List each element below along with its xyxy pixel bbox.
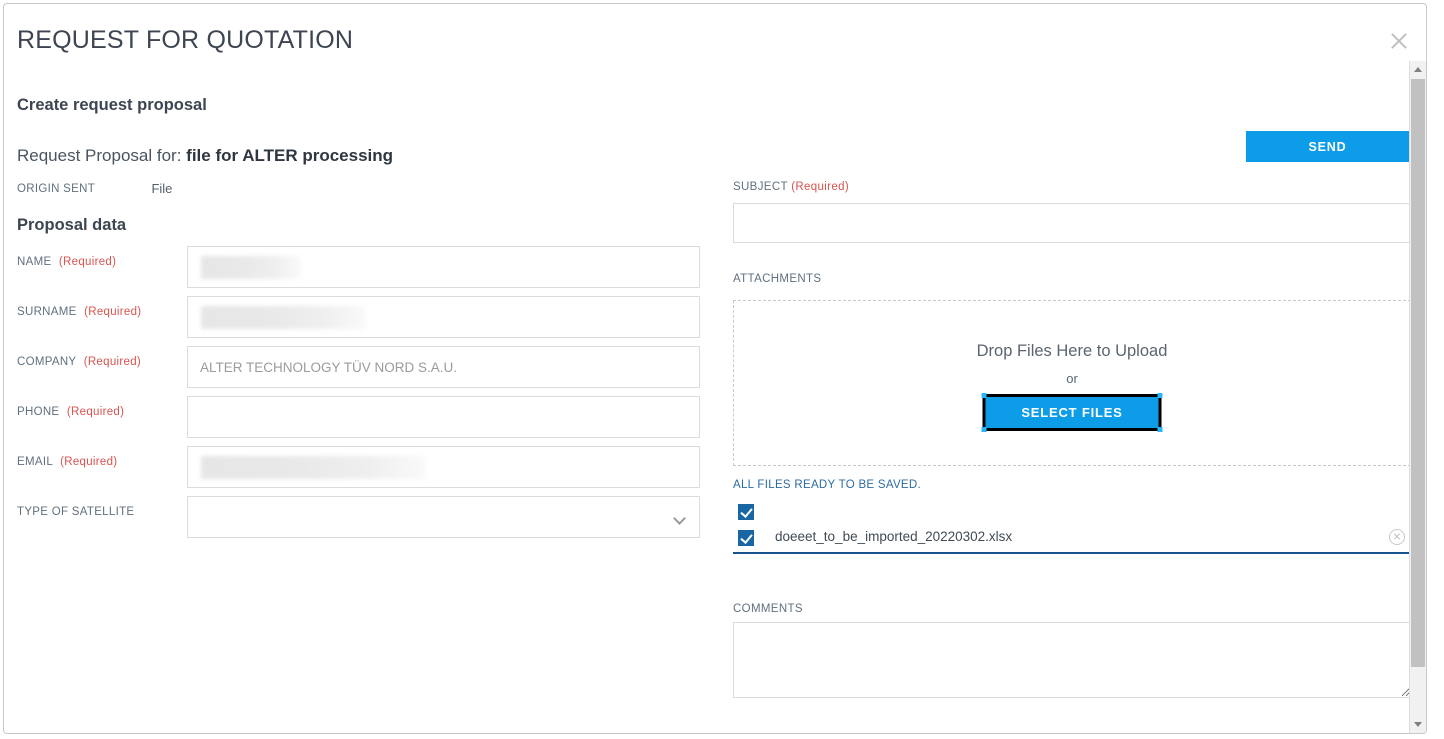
remove-file-icon[interactable]: [1389, 529, 1405, 545]
subject-required-tag: (Required): [791, 181, 850, 193]
required-tag: (Required): [58, 256, 117, 268]
required-tag: (Required): [60, 456, 118, 468]
file-checkbox[interactable]: [738, 504, 754, 520]
proposal-data-heading: Proposal data: [17, 216, 127, 234]
file-row: [733, 500, 1411, 526]
dropzone-or-text: or: [1066, 371, 1078, 386]
resize-handle-bottom-right: [1157, 427, 1163, 432]
origin-sent-label: ORIGIN SENT: [17, 182, 96, 195]
field-name: NAME (Required): [17, 246, 700, 290]
field-label: NAME (Required): [17, 256, 117, 268]
required-tag: (Required): [66, 406, 125, 418]
field-email: EMAIL (Required): [17, 446, 700, 490]
field-label: PHONE (Required): [17, 406, 125, 418]
resize-handle-bottom-left: [981, 427, 987, 432]
comments-label: COMMENTS: [733, 603, 803, 615]
phone-input[interactable]: [187, 396, 700, 438]
triangle-up-icon: [1414, 67, 1422, 72]
scroll-up-button[interactable]: [1410, 61, 1426, 78]
file-checkbox[interactable]: [738, 530, 754, 546]
origin-sent-row: ORIGIN SENT File: [17, 180, 172, 198]
field-label: EMAIL (Required): [17, 456, 118, 468]
field-label: SURNAME (Required): [17, 306, 142, 318]
resize-handle-top-right: [1157, 393, 1163, 398]
dialog-scroll-area: Create request proposal Request Proposal…: [4, 60, 1426, 733]
vertical-scrollbar[interactable]: [1409, 61, 1426, 733]
field-type-of-satellite: TYPE OF SATELLITE: [17, 496, 700, 540]
type-of-satellite-select[interactable]: [187, 496, 700, 538]
files-ready-status: ALL FILES READY TO BE SAVED.: [733, 479, 922, 491]
field-label: TYPE OF SATELLITE: [17, 506, 135, 518]
surname-input[interactable]: [187, 296, 700, 338]
dropzone-main-text: Drop Files Here to Upload: [976, 342, 1168, 360]
field-label: COMPANY (Required): [17, 356, 142, 368]
send-button[interactable]: SEND: [1246, 131, 1409, 162]
subject-label: SUBJECT (Required): [733, 181, 849, 193]
request-for-quotation-dialog: REQUEST FOR QUOTATION Create request pro…: [3, 3, 1427, 734]
request-proposal-name: file for ALTER processing: [186, 146, 394, 165]
resize-handle-top-left: [981, 393, 987, 398]
required-tag: (Required): [83, 356, 142, 368]
attached-files-list: doeeet_to_be_imported_20220302.xlsx: [733, 500, 1411, 554]
screen-root: REQUEST FOR QUOTATION Create request pro…: [0, 0, 1444, 739]
scroll-down-button[interactable]: [1410, 716, 1426, 733]
company-input[interactable]: [187, 346, 700, 388]
select-files-wrapper: SELECT FILES: [981, 393, 1163, 432]
subject-label-text: SUBJECT: [733, 181, 788, 193]
origin-sent-value: File: [151, 181, 173, 197]
dialog-title: REQUEST FOR QUOTATION: [17, 26, 354, 54]
field-phone: PHONE (Required): [17, 396, 700, 440]
email-input[interactable]: [187, 446, 700, 488]
close-icon[interactable]: [1384, 26, 1414, 56]
attachments-label: ATTACHMENTS: [733, 273, 822, 285]
scrollbar-thumb[interactable]: [1411, 79, 1425, 667]
create-request-proposal-heading: Create request proposal: [17, 96, 207, 114]
dialog-content: Create request proposal Request Proposal…: [4, 60, 1412, 733]
comments-textarea[interactable]: [733, 622, 1411, 698]
required-tag: (Required): [84, 306, 142, 318]
file-dropzone[interactable]: Drop Files Here to Upload or SELECT FILE…: [733, 300, 1411, 466]
request-proposal-prefix: Request Proposal for:: [17, 146, 182, 165]
name-input[interactable]: [187, 246, 700, 288]
field-company: COMPANY (Required): [17, 346, 700, 390]
select-files-button[interactable]: SELECT FILES: [982, 394, 1162, 431]
file-row: doeeet_to_be_imported_20220302.xlsx: [733, 526, 1411, 552]
triangle-down-icon: [1414, 722, 1422, 727]
file-name: doeeet_to_be_imported_20220302.xlsx: [775, 529, 1013, 544]
field-surname: SURNAME (Required): [17, 296, 700, 340]
subject-input[interactable]: [733, 203, 1411, 243]
request-proposal-line: Request Proposal for: file for ALTER pro…: [17, 146, 393, 166]
